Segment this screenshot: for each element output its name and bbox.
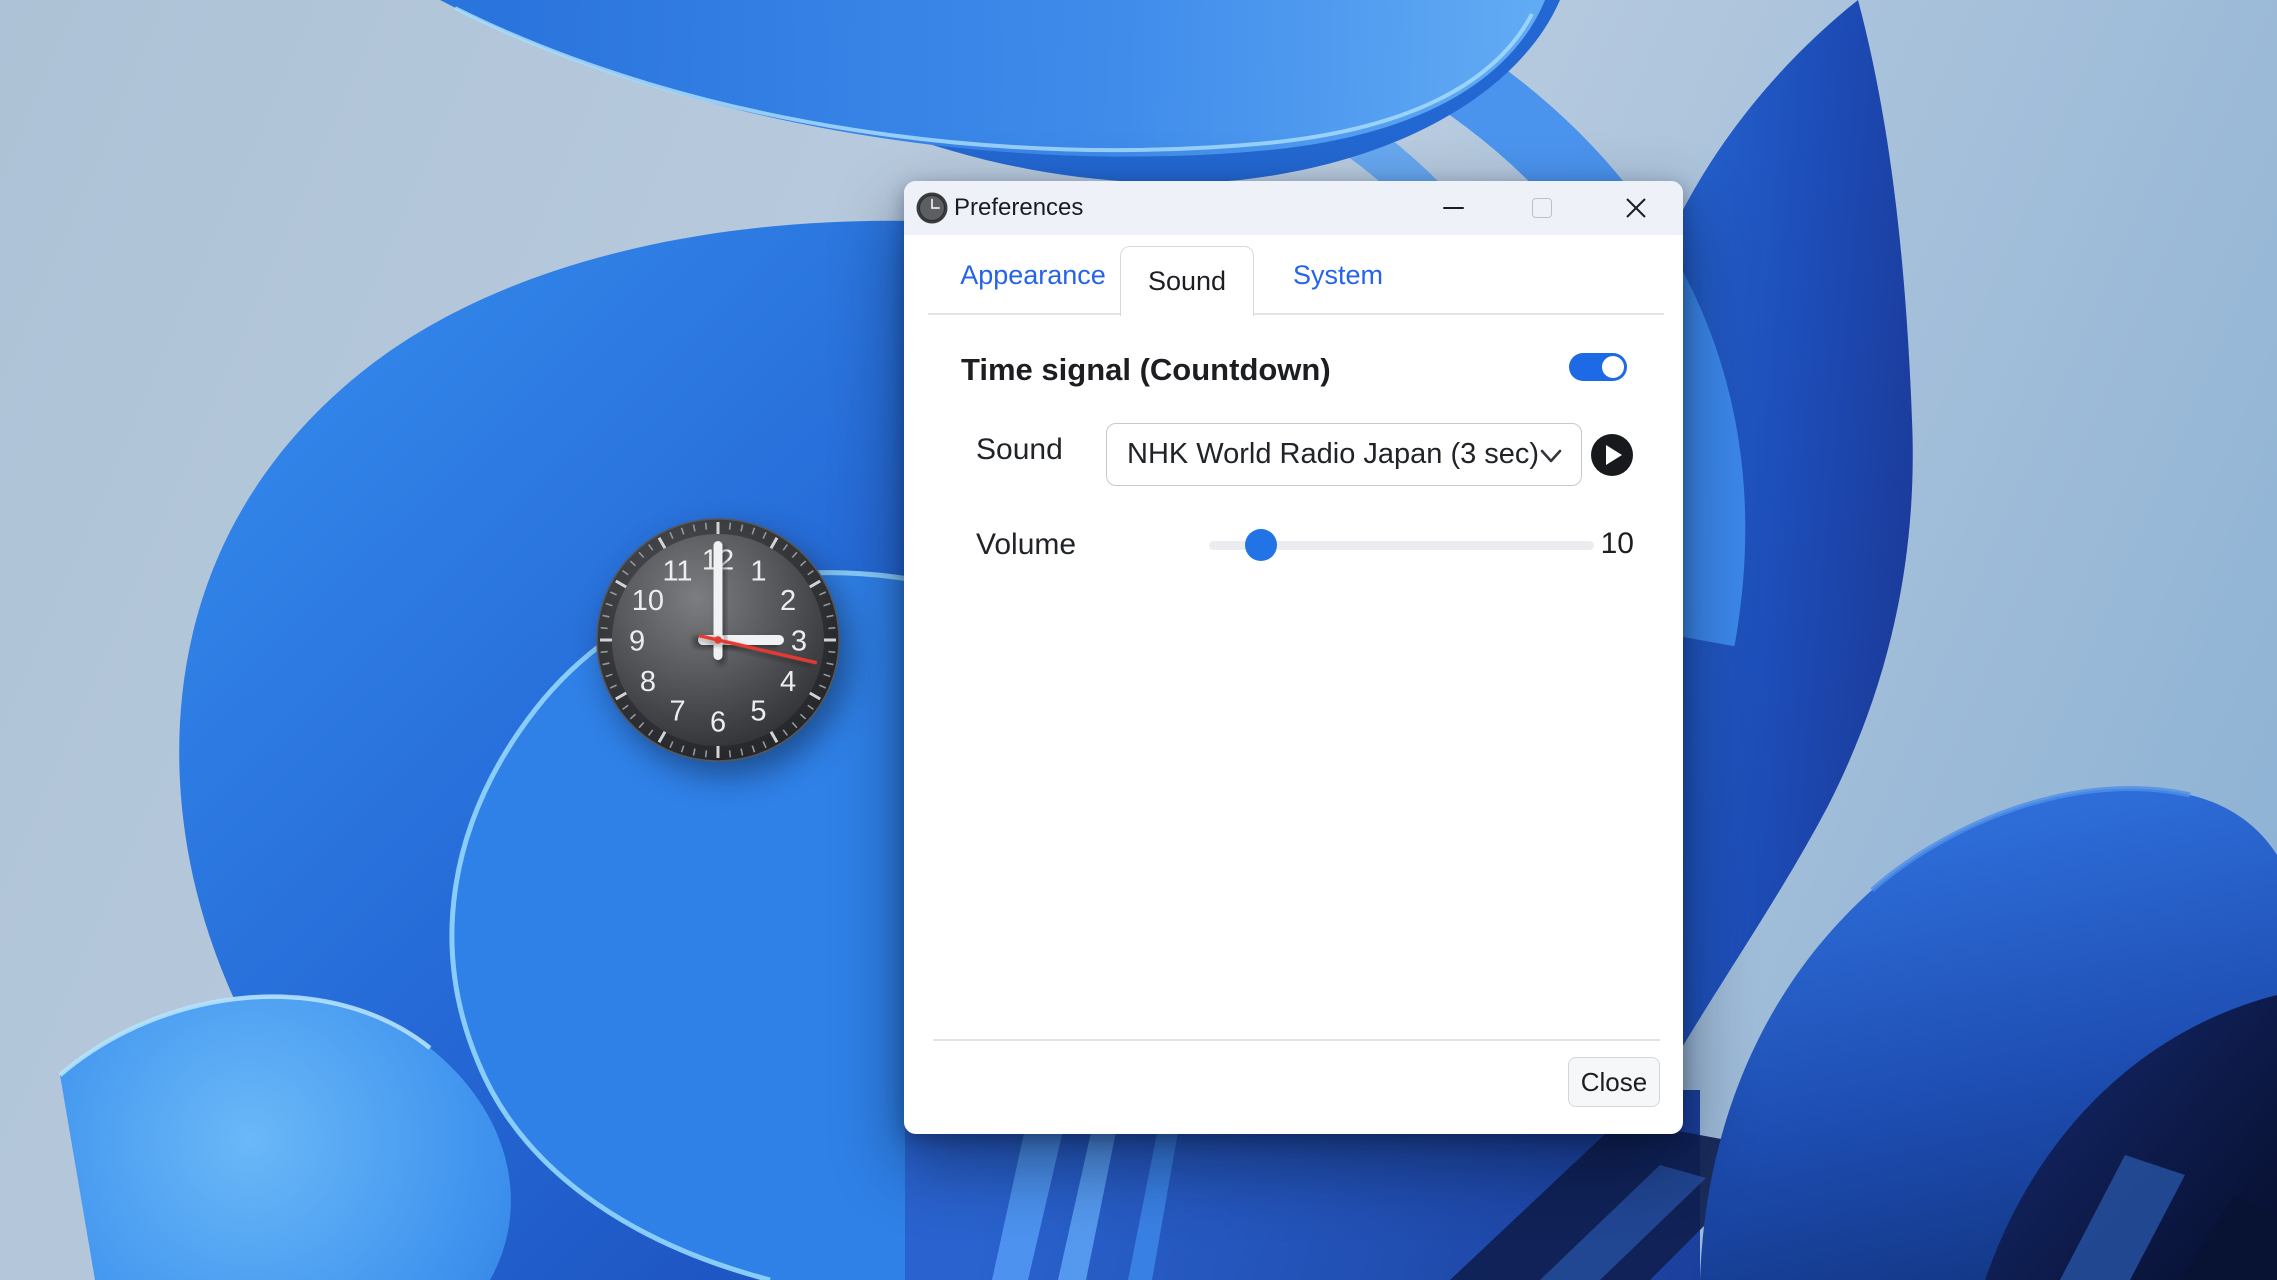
tab-appearance[interactable]: Appearance [945, 235, 1121, 315]
svg-text:3: 3 [791, 625, 807, 657]
footer-separator [933, 1039, 1660, 1041]
close-icon [1624, 196, 1648, 220]
maximize-icon [1532, 198, 1552, 218]
close-window-button[interactable] [1607, 181, 1665, 235]
clock-face: 123456789101112 [586, 508, 850, 772]
window-title: Preferences [954, 181, 1083, 235]
svg-text:1: 1 [750, 555, 766, 587]
analog-clock-widget[interactable]: 123456789101112 [586, 508, 850, 772]
toggle-knob [1602, 356, 1624, 378]
time-signal-toggle[interactable] [1569, 353, 1627, 381]
sound-dropdown[interactable]: NHK World Radio Japan (3 sec) [1106, 423, 1582, 486]
volume-label: Volume [976, 528, 1076, 562]
svg-text:2: 2 [780, 585, 796, 617]
close-button[interactable]: Close [1568, 1057, 1660, 1107]
svg-text:8: 8 [640, 666, 656, 698]
minimize-button[interactable] [1424, 181, 1482, 235]
clock-app-icon [916, 192, 948, 224]
titlebar[interactable]: Preferences [904, 181, 1683, 235]
volume-value: 10 [1504, 525, 1634, 563]
volume-slider-thumb[interactable] [1245, 529, 1277, 561]
preferences-window: Preferences Appearance Sound System Time… [904, 181, 1683, 1134]
minimize-icon [1443, 207, 1464, 210]
time-signal-label: Time signal (Countdown) [961, 352, 1331, 388]
desktop: { "wallpaper": { "style": "windows-11-bl… [0, 0, 2277, 1280]
svg-text:7: 7 [669, 696, 685, 728]
svg-text:11: 11 [662, 555, 692, 587]
tab-system[interactable]: System [1252, 235, 1424, 315]
chevron-down-icon [1537, 442, 1565, 470]
svg-text:10: 10 [632, 585, 664, 617]
tab-bar: Appearance Sound System [904, 235, 1683, 315]
maximize-button[interactable] [1513, 181, 1571, 235]
svg-text:5: 5 [750, 696, 766, 728]
svg-text:4: 4 [780, 666, 796, 698]
play-icon [1606, 445, 1622, 465]
svg-text:6: 6 [710, 706, 726, 738]
tab-sound[interactable]: Sound [1120, 246, 1254, 316]
sound-label: Sound [976, 433, 1063, 467]
play-sound-button[interactable] [1591, 434, 1633, 476]
svg-text:9: 9 [629, 625, 645, 657]
sound-dropdown-value: NHK World Radio Japan (3 sec) [1127, 438, 1539, 471]
